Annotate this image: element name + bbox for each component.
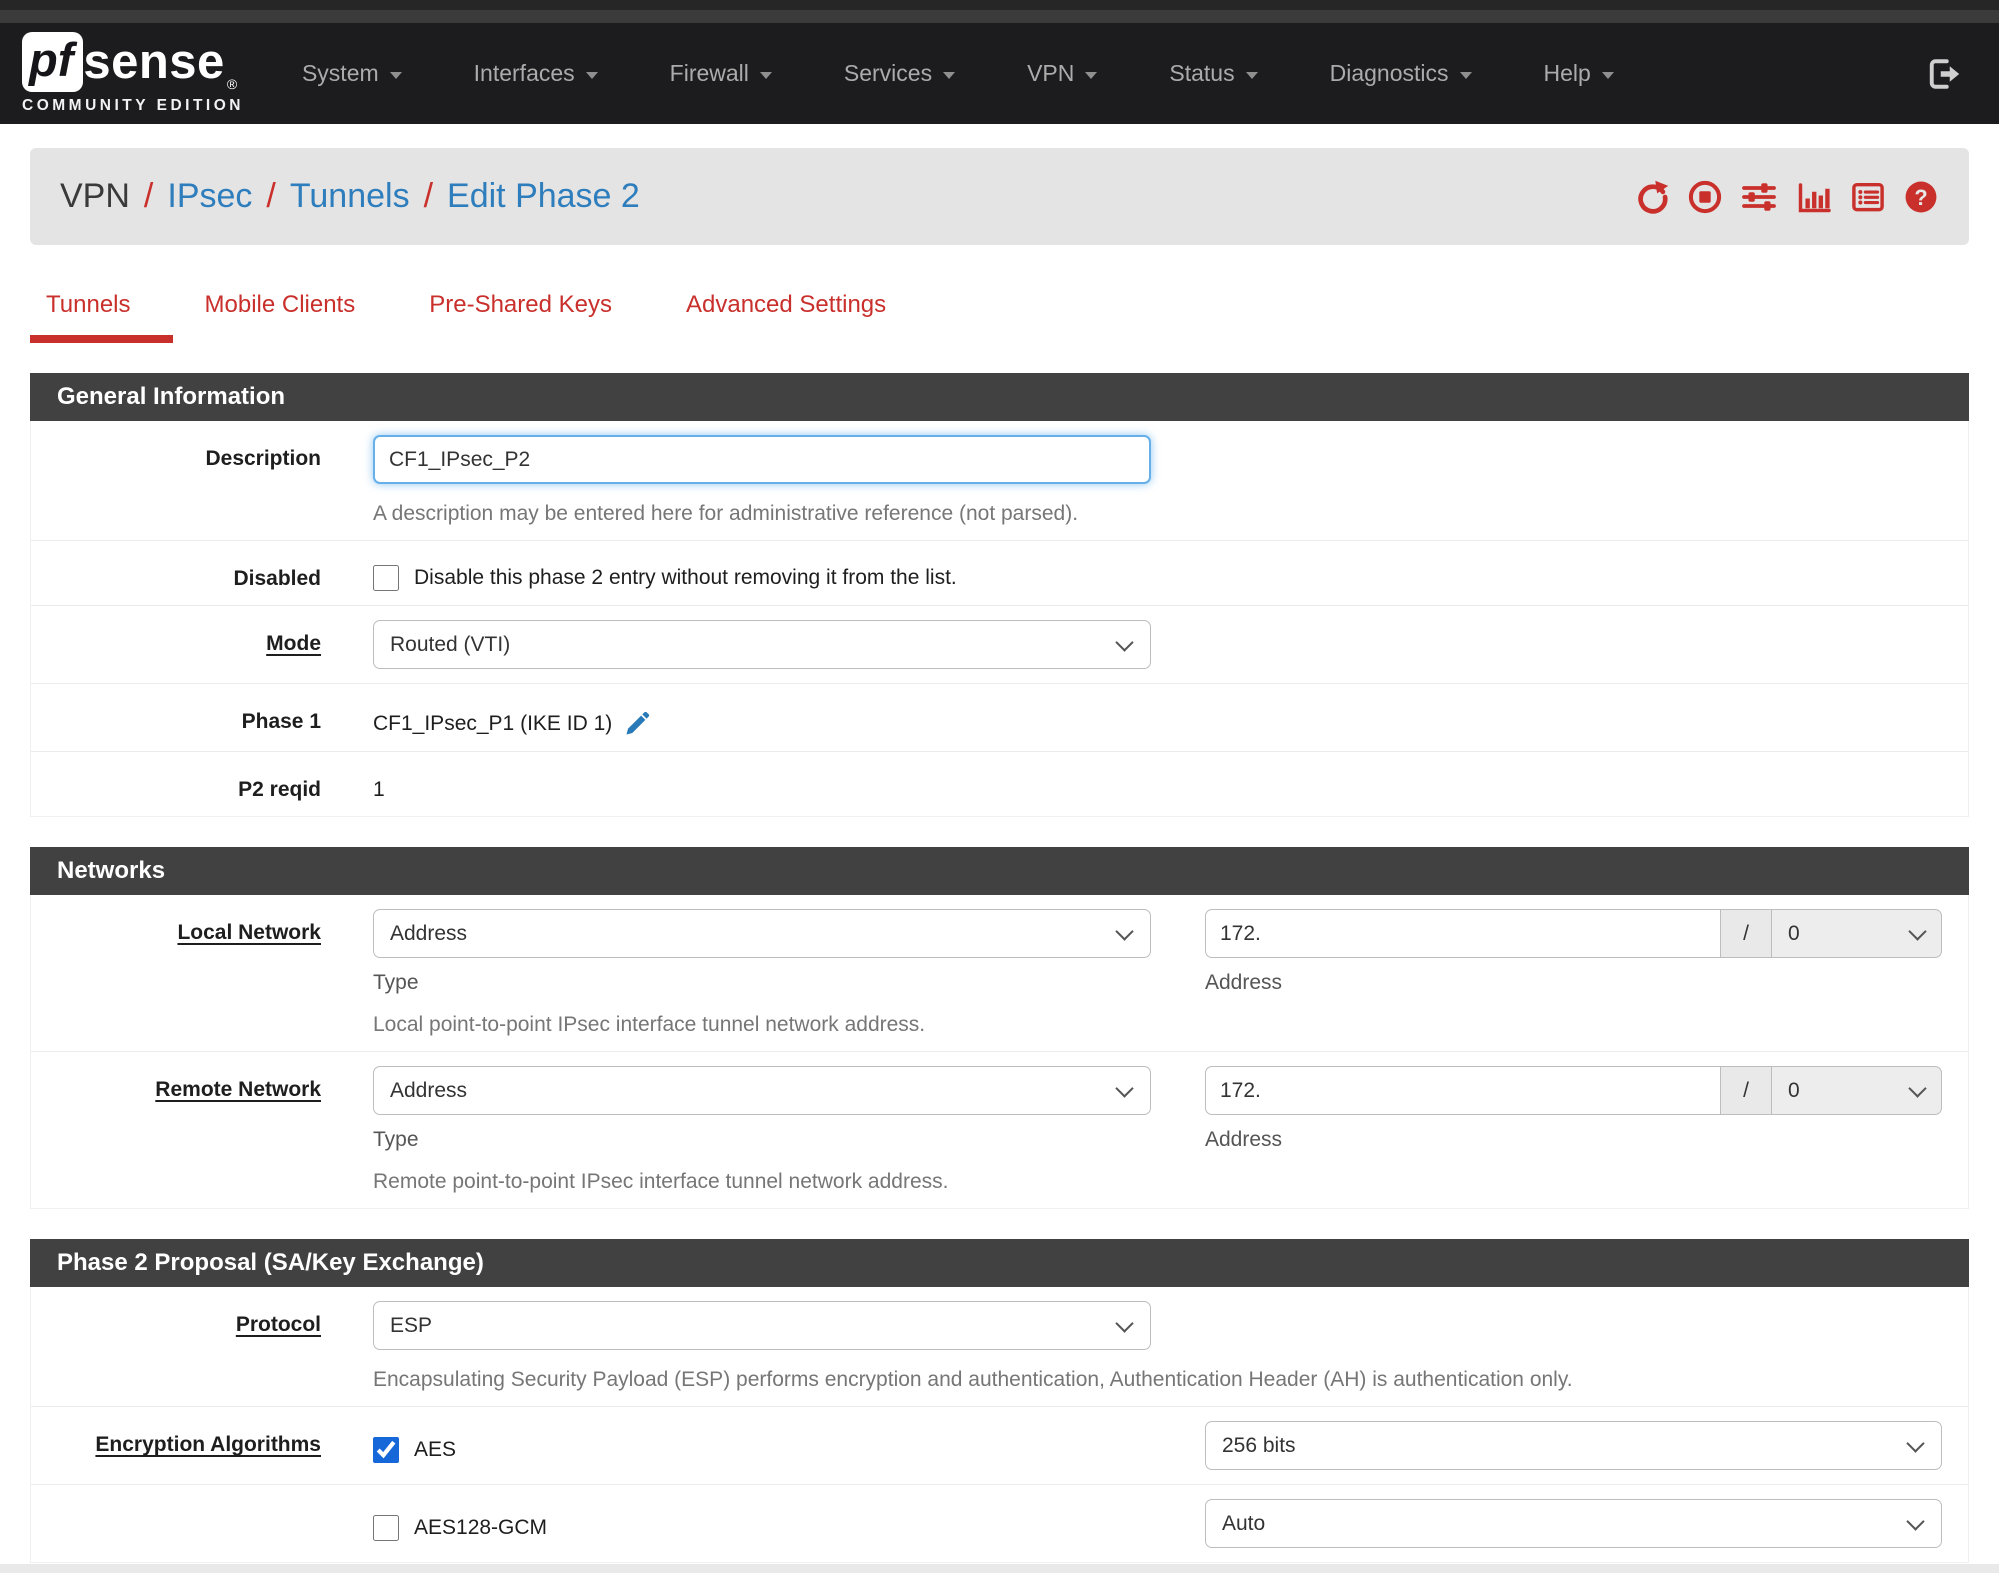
section-title: Networks <box>30 847 1969 895</box>
description-help: A description may be entered here for ad… <box>373 502 1079 525</box>
row-disabled: Disabled Disable this phase 2 entry with… <box>31 541 1968 606</box>
chevron-down-icon <box>389 71 402 79</box>
chevron-down-icon <box>585 71 598 79</box>
protocol-select[interactable]: ESP <box>373 1301 1151 1350</box>
chevron-down-icon <box>759 71 772 79</box>
remote-network-help: Remote point-to-point IPsec interface tu… <box>373 1170 949 1193</box>
help-icon[interactable]: ? <box>1903 179 1939 215</box>
menu-item-interfaces[interactable]: Interfaces <box>474 60 598 87</box>
local-type-caption: Type <box>373 971 419 994</box>
row-local-network: Local Network Address Type / <box>31 895 1968 1052</box>
remote-address-caption: Address <box>1205 1128 1283 1151</box>
row-p2-reqid: P2 reqid 1 <box>238 778 385 801</box>
tab-tunnels[interactable]: Tunnels <box>30 291 172 343</box>
remote-network-type-select[interactable]: Address <box>373 1066 1151 1115</box>
bottom-edge-strip <box>0 1564 1999 1573</box>
restart-icon[interactable] <box>1634 179 1670 215</box>
mode-select[interactable]: Routed (VTI) <box>373 620 1151 669</box>
top-navbar: pf sense ® COMMUNITY EDITION System Inte… <box>0 23 1999 124</box>
chevron-down-icon <box>1245 71 1258 79</box>
menu-item-vpn[interactable]: VPN <box>1027 60 1098 87</box>
row-description: Description A description may be entered… <box>31 421 1968 541</box>
row-protocol: Protocol ESP Encapsulating Security Payl… <box>31 1287 1968 1407</box>
pfsense-logo-sense: sense <box>83 34 225 89</box>
menu-item-status[interactable]: Status <box>1169 60 1258 87</box>
cidr-separator: / <box>1720 909 1772 958</box>
local-address-caption: Address <box>1205 971 1283 994</box>
disabled-checkbox[interactable] <box>373 565 399 591</box>
phase1-value: CF1_IPsec_P1 (IKE ID 1) <box>373 711 613 735</box>
menu-item-help[interactable]: Help <box>1544 60 1614 87</box>
p2-reqid-value: 1 <box>373 778 385 801</box>
edit-phase1-icon[interactable] <box>624 710 651 737</box>
tab-mobile-clients[interactable]: Mobile Clients <box>205 291 356 343</box>
local-network-address-input[interactable] <box>1205 909 1720 958</box>
menu-item-services[interactable]: Services <box>844 60 956 87</box>
chevron-down-icon <box>1601 71 1614 79</box>
aes128-gcm-checkbox-label: AES128-GCM <box>414 1516 548 1539</box>
section-general-information: General Information Description A descri… <box>30 373 1969 817</box>
ipsec-tabs: Tunnels Mobile Clients Pre-Shared Keys A… <box>30 291 1969 343</box>
local-network-help: Local point-to-point IPsec interface tun… <box>373 1013 926 1036</box>
aes-checkbox-label: AES <box>414 1438 457 1461</box>
stop-icon[interactable] <box>1687 179 1723 215</box>
window-sub-strip <box>0 10 1999 23</box>
remote-network-prefix-select[interactable]: 0 <box>1772 1066 1942 1115</box>
row-mode: Mode Routed (VTI) <box>31 606 1968 684</box>
breadcrumb-link-tunnels[interactable]: Tunnels <box>290 177 410 216</box>
pfsense-logo-subtitle: COMMUNITY EDITION <box>22 97 244 114</box>
row-encryption-aes: Encryption Algorithms AES 256 bits <box>31 1407 1968 1485</box>
local-network-prefix-select[interactable]: 0 <box>1772 909 1942 958</box>
aes-checkbox[interactable] <box>373 1437 399 1463</box>
aes-keylen-select[interactable]: 256 bits <box>1205 1421 1942 1470</box>
cidr-separator: / <box>1720 1066 1772 1115</box>
remote-type-caption: Type <box>373 1128 419 1151</box>
breadcrumb-vpn: VPN <box>60 177 130 215</box>
status-graph-icon[interactable] <box>1795 179 1833 215</box>
row-phase1: Phase 1 CF1_IPsec_P1 (IKE ID 1) <box>31 684 1968 752</box>
page-action-icons: ? <box>1634 179 1939 215</box>
main-menu: System Interfaces Firewall Services VPN … <box>302 60 1614 87</box>
breadcrumb-link-ipsec[interactable]: IPsec <box>167 177 252 216</box>
pfsense-logo[interactable]: pf sense ® COMMUNITY EDITION <box>22 32 244 115</box>
section-title: General Information <box>30 373 1969 421</box>
pfsense-logo-pf: pf <box>22 32 84 92</box>
svg-text:?: ? <box>1914 184 1927 209</box>
window-top-strip <box>0 0 1999 10</box>
row-remote-network: Remote Network Address Type / <box>31 1052 1968 1208</box>
description-input[interactable] <box>373 435 1151 484</box>
breadcrumb: VPN / IPsec / Tunnels / Edit Phase 2 <box>60 177 640 216</box>
section-networks: Networks Local Network Address Type / <box>30 847 1969 1209</box>
protocol-help: Encapsulating Security Payload (ESP) per… <box>373 1368 1573 1391</box>
disabled-checkbox-label: Disable this phase 2 entry without remov… <box>414 566 957 589</box>
chevron-down-icon <box>1085 71 1098 79</box>
breadcrumb-bar: VPN / IPsec / Tunnels / Edit Phase 2 ? <box>30 148 1969 245</box>
remote-network-address-input[interactable] <box>1205 1066 1720 1115</box>
tab-pre-shared-keys[interactable]: Pre-Shared Keys <box>429 291 612 343</box>
logout-icon[interactable] <box>1925 56 1961 92</box>
menu-item-diagnostics[interactable]: Diagnostics <box>1330 60 1472 87</box>
related-settings-icon[interactable] <box>1740 179 1778 215</box>
aes128-gcm-checkbox[interactable] <box>373 1515 399 1541</box>
local-network-type-select[interactable]: Address <box>373 909 1151 958</box>
tab-advanced-settings[interactable]: Advanced Settings <box>686 291 886 343</box>
trademark-symbol: ® <box>226 76 238 92</box>
section-title: Phase 2 Proposal (SA/Key Exchange) <box>30 1239 1969 1287</box>
chevron-down-icon <box>1459 71 1472 79</box>
chevron-down-icon <box>943 71 956 79</box>
menu-item-firewall[interactable]: Firewall <box>670 60 772 87</box>
aes128-gcm-keylen-select[interactable]: Auto <box>1205 1499 1942 1548</box>
menu-item-system[interactable]: System <box>302 60 402 87</box>
section-phase2-proposal: Phase 2 Proposal (SA/Key Exchange) Proto… <box>30 1239 1969 1563</box>
breadcrumb-link-edit-phase2[interactable]: Edit Phase 2 <box>447 177 640 216</box>
row-encryption-aes128gcm: AES128-GCM Auto <box>31 1485 1968 1562</box>
log-icon[interactable] <box>1850 179 1886 215</box>
